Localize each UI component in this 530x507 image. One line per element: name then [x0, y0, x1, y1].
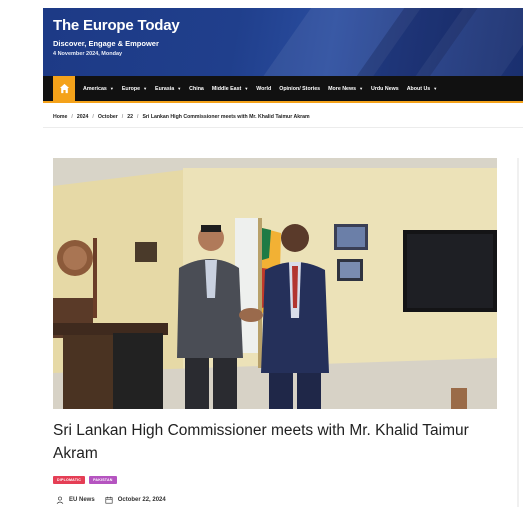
site-title[interactable]: The Europe Today	[53, 17, 180, 34]
site-tagline: Discover, Engage & Empower	[53, 39, 159, 48]
breadcrumb: Home / 2024 / October / 22 / Sri Lankan …	[53, 114, 310, 120]
chevron-down-icon: ▼	[143, 86, 148, 91]
nav-item-europe[interactable]: Europe ▼	[122, 86, 147, 92]
breadcrumb-month[interactable]: October	[98, 114, 118, 120]
nav-item-more-news[interactable]: More News ▼	[328, 86, 363, 92]
post-author[interactable]: EU News	[69, 497, 95, 503]
user-icon	[56, 496, 64, 504]
chevron-down-icon: ▼	[109, 86, 114, 91]
post-date[interactable]: October 22, 2024	[118, 497, 166, 503]
nav-item-middle-east[interactable]: Middle East ▼	[212, 86, 248, 92]
divider	[43, 127, 523, 128]
current-date: 4 November 2024, Monday	[53, 51, 123, 57]
nav-item-eurasia[interactable]: Eurasia ▼	[155, 86, 181, 92]
site-header: The Europe Today Discover, Engage & Empo…	[43, 8, 523, 76]
featured-photo	[53, 158, 497, 409]
post-tags: DIPLOMATIC PAKISTAN	[53, 476, 121, 484]
chevron-down-icon: ▼	[244, 86, 249, 91]
chevron-down-icon: ▼	[177, 86, 182, 91]
nav-item-americas[interactable]: Americas ▼	[83, 86, 114, 92]
main-nav: Americas ▼ Europe ▼ Eurasia ▼ China Middle …	[43, 76, 523, 103]
breadcrumb-year[interactable]: 2024	[77, 114, 89, 120]
tag-pakistan[interactable]: PAKISTAN	[89, 476, 117, 484]
nav-item-opinion-stories[interactable]: Opinion/ Stories	[279, 86, 320, 92]
breadcrumb-current: Sri Lankan High Commissioner meets with …	[142, 114, 310, 120]
nav-menu: Americas ▼ Europe ▼ Eurasia ▼ China Middle …	[83, 76, 445, 101]
chevron-down-icon: ▼	[359, 86, 364, 91]
post-meta: EU News October 22, 2024	[56, 496, 166, 504]
tag-diplomatic[interactable]: DIPLOMATIC	[53, 476, 86, 484]
calendar-icon	[105, 496, 113, 504]
home-button[interactable]	[53, 76, 75, 101]
chevron-down-icon: ▼	[433, 86, 438, 91]
nav-item-urdu-news[interactable]: Urdu News	[371, 86, 399, 92]
nav-item-about-us[interactable]: About Us ▼	[407, 86, 438, 92]
home-icon	[59, 83, 69, 94]
nav-item-china[interactable]: China	[189, 86, 204, 92]
post-title[interactable]: Sri Lankan High Commissioner meets with …	[53, 419, 493, 465]
nav-item-world[interactable]: World	[256, 86, 271, 92]
featured-image[interactable]	[53, 158, 497, 409]
sidebar-border	[517, 158, 519, 507]
breadcrumb-day[interactable]: 22	[127, 114, 133, 120]
breadcrumb-home[interactable]: Home	[53, 114, 67, 120]
